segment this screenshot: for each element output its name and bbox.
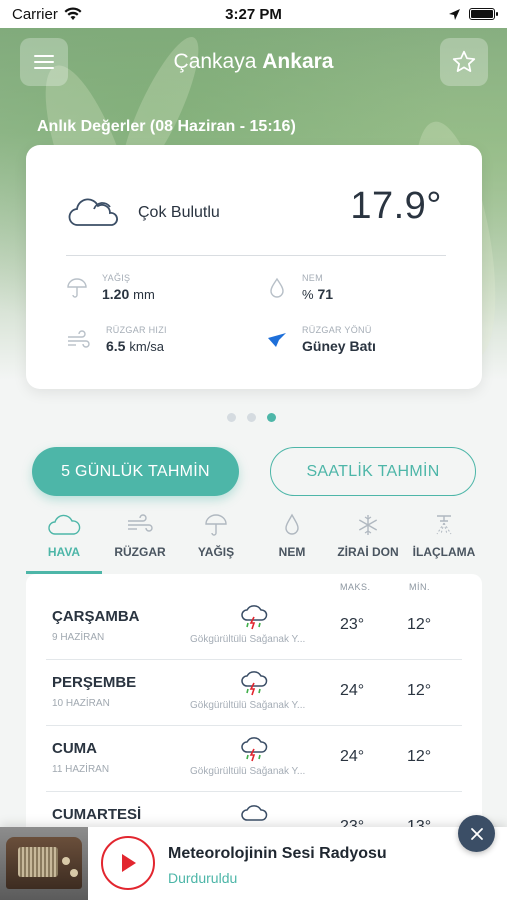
humidity-prefix: % <box>302 287 314 302</box>
current-temperature: 17.9° <box>350 185 442 227</box>
humidity-value: 71 <box>317 286 334 302</box>
district-name: Çankaya <box>173 50 257 73</box>
tab-label: NEM <box>278 545 306 559</box>
hamburger-icon <box>34 55 54 69</box>
condition-text: Çok Bulutlu <box>138 204 220 221</box>
tab-ilaclama[interactable]: İLAÇLAMA <box>406 508 482 574</box>
tab-yagis[interactable]: YAĞIŞ <box>178 508 254 574</box>
min-temperature: 12° <box>407 616 432 633</box>
thunderstorm-icon <box>241 671 268 696</box>
umbrella-icon <box>67 277 87 298</box>
battery-icon <box>469 8 498 20</box>
day-name: ÇARŞAMBA <box>52 608 140 625</box>
status-bar: Carrier 3:27 PM <box>0 0 507 28</box>
radio-player[interactable]: Meteorolojinin Sesi Radyosu Durduruldu <box>0 827 507 900</box>
tab-label: RÜZGAR <box>114 545 166 559</box>
wind-direction-label: RÜZGAR YÖNÜ <box>302 325 372 335</box>
cloud-icon <box>48 514 81 535</box>
drop-icon <box>270 277 284 298</box>
tab-nem[interactable]: NEM <box>254 508 330 574</box>
radio-thumbnail <box>0 827 88 900</box>
day-date: 11 HAZİRAN <box>52 764 110 775</box>
hourly-forecast-button[interactable]: SAATLİK TAHMİN <box>270 447 476 496</box>
tab-label: İLAÇLAMA <box>412 545 476 559</box>
day-name: CUMA <box>52 740 97 757</box>
play-button[interactable] <box>101 836 155 890</box>
rain-label: YAĞIŞ <box>102 273 131 283</box>
tab-hava[interactable]: HAVA <box>26 508 102 574</box>
thunderstorm-icon <box>241 605 268 630</box>
tab-label: HAVA <box>47 545 81 559</box>
play-icon <box>122 854 136 872</box>
max-temperature: 24° <box>340 748 365 765</box>
condition-description: Gökgürültülü Sağanak Y... <box>190 766 306 777</box>
star-icon <box>452 50 476 72</box>
direction-arrow-icon <box>268 332 286 347</box>
rain-metric: YAĞIŞ 1.20 mm <box>66 273 155 302</box>
wind-speed-metric: RÜZGAR HIZI 6.5 km/sa <box>66 325 167 354</box>
day-date: 9 HAZİRAN <box>52 632 105 643</box>
divider <box>66 255 446 256</box>
current-values-label: Anlık Değerler (08 Haziran - 15:16) <box>37 118 296 135</box>
rain-value: 1.20 <box>102 286 130 302</box>
tab-label: ZİRAİ DON <box>337 545 399 559</box>
humidity-label: NEM <box>302 273 323 283</box>
humidity-metric: NEM % 71 <box>266 273 333 302</box>
list-item[interactable]: PERŞEMBE 10 HAZİRAN Gökgürültülü Sağanak… <box>46 660 462 726</box>
tab-zirai-don[interactable]: ZİRAİ DON <box>330 508 406 574</box>
list-item[interactable]: ÇARŞAMBA 9 HAZİRAN Gökgürültülü Sağanak … <box>46 574 462 660</box>
page-dot-active[interactable] <box>267 413 276 422</box>
menu-button[interactable] <box>20 38 68 86</box>
city-name: Ankara <box>262 50 334 73</box>
tab-ruzgar[interactable]: RÜZGAR <box>102 508 178 574</box>
condition-description: Gökgürültülü Sağanak Y... <box>190 700 306 711</box>
five-day-forecast-button[interactable]: 5 GÜNLÜK TAHMİN <box>32 447 239 496</box>
forecast-tabs: HAVA RÜZGAR YAĞIŞ NEM ZİRAİ DON İLAÇLAMA <box>26 508 482 574</box>
max-temperature: 23° <box>340 616 365 633</box>
max-temperature: 24° <box>340 682 365 699</box>
favorite-button[interactable] <box>440 38 488 86</box>
condition-description: Gökgürültülü Sağanak Y... <box>190 634 306 645</box>
wind-speed-unit: km/sa <box>129 339 165 354</box>
min-temperature: 12° <box>407 682 432 699</box>
current-weather-card[interactable]: Çok Bulutlu 17.9° YAĞIŞ 1.20 mm NEM % 71… <box>26 145 482 389</box>
wind-speed-value: 6.5 <box>106 338 126 354</box>
wind-direction-value: Güney Batı <box>302 338 376 354</box>
list-item[interactable]: CUMA 11 HAZİRAN Gökgürültülü Sağanak Y..… <box>46 726 462 792</box>
snowflake-icon <box>358 515 378 535</box>
sprayer-icon <box>436 515 452 535</box>
wind-direction-metric: RÜZGAR YÖNÜ Güney Batı <box>266 325 376 354</box>
thunderstorm-icon <box>241 737 268 762</box>
wifi-icon <box>64 7 82 20</box>
location-arrow-icon <box>449 8 460 20</box>
day-date: 10 HAZİRAN <box>52 698 110 709</box>
wind-icon <box>128 514 153 532</box>
min-temperature: 12° <box>407 748 432 765</box>
carrier-label: Carrier <box>12 5 58 23</box>
page-dot[interactable] <box>247 413 256 422</box>
close-player-button[interactable] <box>458 815 495 852</box>
close-icon <box>470 827 483 840</box>
tab-label: YAĞIŞ <box>197 545 235 559</box>
page-title: Çankaya Ankara <box>100 50 407 74</box>
wind-icon <box>68 329 90 348</box>
day-name: PERŞEMBE <box>52 674 137 691</box>
player-status: Durduruldu <box>168 870 238 886</box>
day-name: CUMARTESİ <box>52 806 142 823</box>
rain-unit: mm <box>133 287 155 302</box>
cloudy-icon <box>68 198 118 226</box>
drop-icon <box>285 513 299 535</box>
umbrella-icon <box>205 514 227 536</box>
page-indicator[interactable] <box>227 413 276 422</box>
page-dot[interactable] <box>227 413 236 422</box>
wind-speed-label: RÜZGAR HIZI <box>106 325 167 335</box>
player-title: Meteorolojinin Sesi Radyosu <box>168 845 387 862</box>
